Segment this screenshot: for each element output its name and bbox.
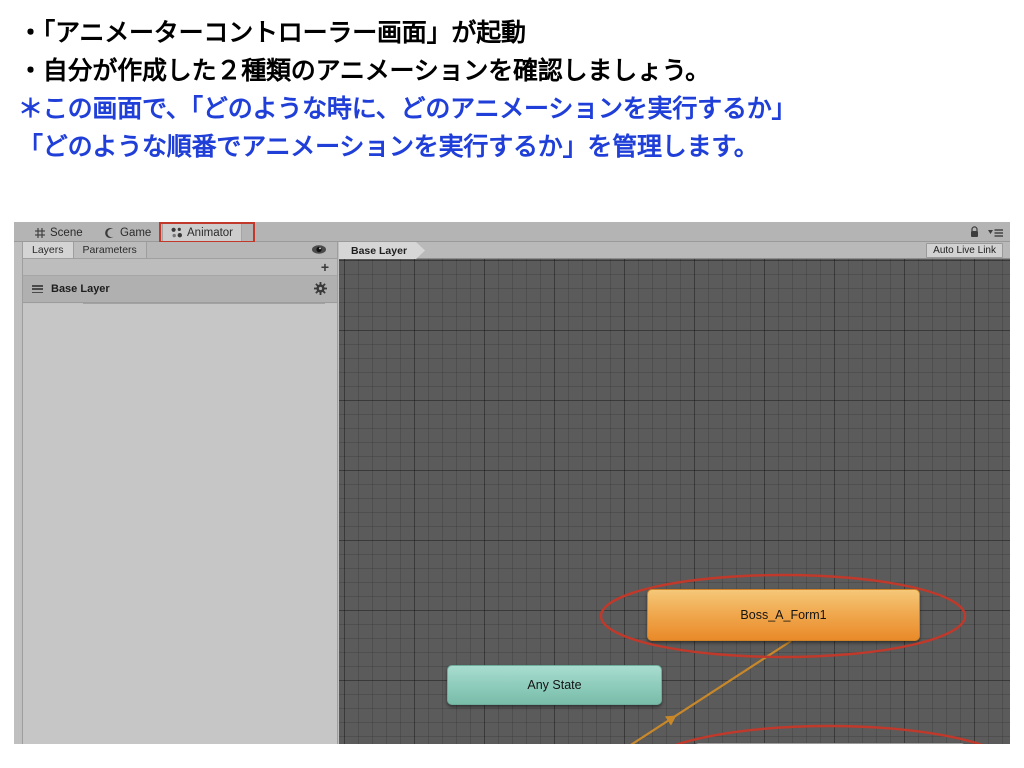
gamepad-icon [104,227,116,239]
state-machine-canvas[interactable]: Boss_A_Form1 Any State Idle Entry [339,259,1010,744]
tab-scene-label: Scene [50,226,83,239]
state-node-idle[interactable]: Idle [694,743,966,744]
animator-graph-panel: Base Layer Auto Live Link Boss_A_Form1 A… [339,242,1010,744]
state-node-label: Boss_A_Form1 [740,608,827,622]
state-node-label: Any State [527,678,582,692]
slide-text-line-4: 「どのような順番でアニメーションを実行するか」を管理します。 [18,133,759,161]
tab-scene[interactable]: Scene [26,223,91,242]
drag-handle-icon[interactable] [32,285,43,293]
layers-panel: Layers Parameters + Base Layer [22,242,338,744]
layer-list-item-base-layer[interactable]: Base Layer [23,276,337,303]
unity-editor-window: Scene Game Animator Layers Parameters + … [14,222,1010,744]
gear-icon[interactable] [314,282,327,300]
layer-name-label: Base Layer [51,283,110,295]
transitions-layer [630,640,792,744]
tab-animator[interactable]: Animator [162,223,243,242]
tab-game[interactable]: Game [96,223,159,242]
slide-text-line-2: ・自分が作成した２種類のアニメーションを確認しましょう。 [18,57,710,85]
lock-icon[interactable] [969,225,980,243]
add-layer-button[interactable]: + [321,260,329,274]
menu-icon[interactable] [988,225,1004,243]
tab-animator-label: Animator [187,227,234,239]
layers-add-bar: + [23,259,337,276]
graph-toolbar: Base Layer Auto Live Link [339,242,1010,259]
tab-parameters[interactable]: Parameters [73,242,147,258]
annotations-layer [599,573,984,744]
slide-text-line-1: ・「アニメーターコントローラー画面」が起動 [18,19,526,47]
tab-layers[interactable]: Layers [23,242,74,258]
window-tools [969,225,1004,243]
state-node-boss-a-form1[interactable]: Boss_A_Form1 [647,589,920,641]
animator-icon [171,227,183,239]
layers-panel-body [23,304,337,744]
slide-text-block: ・「アニメーターコントローラー画面」が起動 ・自分が作成した２種類のアニメーショ… [0,0,1024,208]
editor-tab-strip: Scene Game Animator [14,222,1010,243]
annotation-ellipse-idle [674,724,984,744]
state-node-any-state[interactable]: Any State [447,665,662,705]
tab-game-label: Game [120,226,152,239]
breadcrumb-base-layer[interactable]: Base Layer [339,242,425,259]
layers-panel-tabbar: Layers Parameters [23,242,337,259]
auto-live-link-button[interactable]: Auto Live Link [926,243,1003,258]
grid-icon [34,227,46,239]
slide-text-line-3: ＊この画面で、「どのような時に、どのアニメーションを実行するか」 [18,95,797,123]
